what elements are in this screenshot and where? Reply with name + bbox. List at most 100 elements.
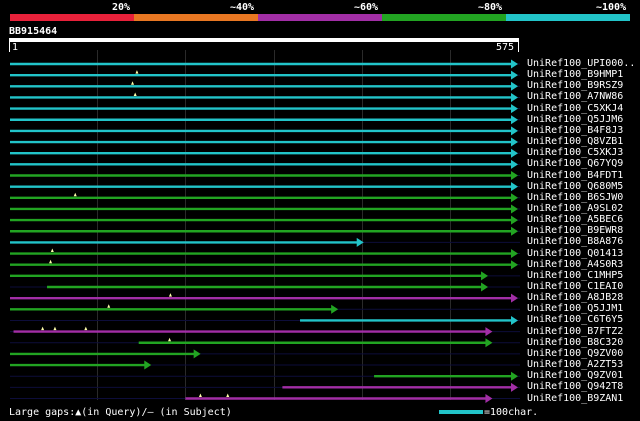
hit-arrowhead [511,382,518,392]
hit-arrowhead [511,159,518,169]
hit-arrowhead [511,126,518,136]
hit-label[interactable]: UniRef100_C5XKJ3 [527,147,623,158]
hit-label[interactable]: UniRef100_Q67YQ9 [527,158,623,169]
hit-arrowhead [144,360,152,370]
hit-label[interactable]: UniRef100_B9RSZ9 [527,80,623,91]
hit-label[interactable]: UniRef100_Q5JJM6 [527,114,623,125]
hit-track[interactable] [10,70,520,80]
hit-label[interactable]: UniRef100_B4FDT1 [527,170,623,181]
hit-label[interactable]: UniRef100_B4F8J3 [527,125,623,136]
hit-arrowhead [511,137,518,147]
hit-arrowhead [511,193,518,203]
hit-arrowhead [331,304,339,314]
hit-track[interactable] [10,137,520,147]
query-gap-marker [168,293,172,297]
hit-arrowhead [511,182,518,192]
hit-track[interactable] [10,360,520,370]
hit-arrowhead [481,282,489,292]
query-gap-marker [107,304,111,308]
hit-track[interactable] [10,271,520,281]
hit-arrowhead [511,260,518,270]
query-gap-marker [41,326,45,331]
hit-track[interactable] [10,204,520,214]
hit-track[interactable] [10,226,520,236]
query-gap-marker [226,393,230,397]
hit-label[interactable]: UniRef100_A7NW86 [527,91,623,102]
hit-label[interactable]: UniRef100_A9SL02 [527,203,623,214]
hit-label[interactable]: UniRef100_B8A876 [527,236,623,247]
hit-label[interactable]: UniRef100_Q8VZB1 [527,136,623,147]
hit-arrowhead [481,271,489,281]
hit-label[interactable]: UniRef100_Q5JJM1 [527,303,623,314]
query-gap-marker [50,248,54,253]
hit-label[interactable]: UniRef100_Q9ZV00 [527,348,623,359]
hit-arrowhead [511,293,518,303]
hit-label[interactable]: UniRef100_A5BEC6 [527,214,623,225]
hit-track[interactable] [10,171,520,180]
hit-track[interactable] [10,115,520,125]
query-gap-marker [168,337,172,342]
hit-track[interactable] [10,349,520,359]
hit-track[interactable] [10,259,520,270]
hit-arrowhead [511,371,518,381]
hit-arrowhead [511,315,518,325]
hit-track[interactable] [10,248,520,259]
hit-arrowhead [193,349,201,359]
query-gap-marker [53,326,57,331]
hit-track[interactable] [10,293,520,303]
hit-label[interactable]: UniRef100_B9EWR8 [527,225,623,236]
hit-label[interactable]: UniRef100_A4S0R3 [527,259,623,270]
hit-track[interactable] [10,192,520,203]
hit-label[interactable]: UniRef100_C1EAI0 [527,281,623,292]
hit-label[interactable]: UniRef100_B9ZAN1 [527,393,623,404]
hit-arrowhead [511,204,518,214]
hit-label[interactable]: UniRef100_A2ZT53 [527,359,623,370]
hit-arrowhead [511,59,518,69]
scale-label: =100char. [484,407,539,418]
hit-track[interactable] [10,92,520,102]
hit-label[interactable]: UniRef100_C6T6Y5 [527,314,623,325]
hit-track[interactable] [10,337,520,348]
hit-arrowhead [485,338,493,348]
hit-track[interactable] [10,182,520,192]
hit-track[interactable] [10,159,520,169]
hit-label[interactable]: UniRef100_Q942T8 [527,381,623,392]
gaps-legend: Large gaps:▲(in Query)/— (in Subject) [9,407,232,418]
hit-track[interactable] [10,215,520,225]
hit-track[interactable] [10,104,520,114]
hit-arrowhead [511,215,518,225]
hit-track[interactable] [10,382,520,392]
hit-label[interactable]: UniRef100_B7FTZ2 [527,326,623,337]
hit-label[interactable]: UniRef100_B8C320 [527,337,623,348]
hit-label[interactable]: UniRef100_UPI000.. [527,58,635,69]
hit-label[interactable]: UniRef100_Q01413 [527,248,623,259]
hit-track[interactable] [10,148,520,158]
hit-arrowhead [511,148,518,158]
hit-label[interactable]: UniRef100_B9HMP1 [527,69,623,80]
hit-track[interactable] [10,59,520,69]
hit-track[interactable] [10,393,520,404]
hit-arrowhead [511,171,518,180]
hit-arrowhead [485,327,493,337]
hit-track[interactable] [10,81,520,91]
hit-track[interactable] [10,371,520,381]
hit-track[interactable] [10,282,520,292]
hit-track[interactable] [10,315,520,325]
query-gap-marker [84,326,88,331]
hit-track[interactable] [10,126,520,136]
hit-arrowhead [511,92,518,102]
query-gap-marker [131,81,135,85]
scale-bar [439,410,483,414]
hit-label[interactable]: UniRef100_C1MHP5 [527,270,623,281]
hit-label[interactable]: UniRef100_Q9ZV01 [527,370,623,381]
query-gap-marker [73,192,77,197]
hit-label[interactable]: UniRef100_B6SJW0 [527,192,623,203]
query-gap-marker [198,393,202,397]
hit-track[interactable] [10,237,520,247]
hit-label[interactable]: UniRef100_C5XKJ4 [527,103,623,114]
hit-label[interactable]: UniRef100_A8JB28 [527,292,623,303]
hit-arrowhead [356,237,364,247]
hit-track[interactable] [10,326,520,337]
hit-label[interactable]: UniRef100_Q680M5 [527,181,623,192]
hit-track[interactable] [10,304,520,314]
